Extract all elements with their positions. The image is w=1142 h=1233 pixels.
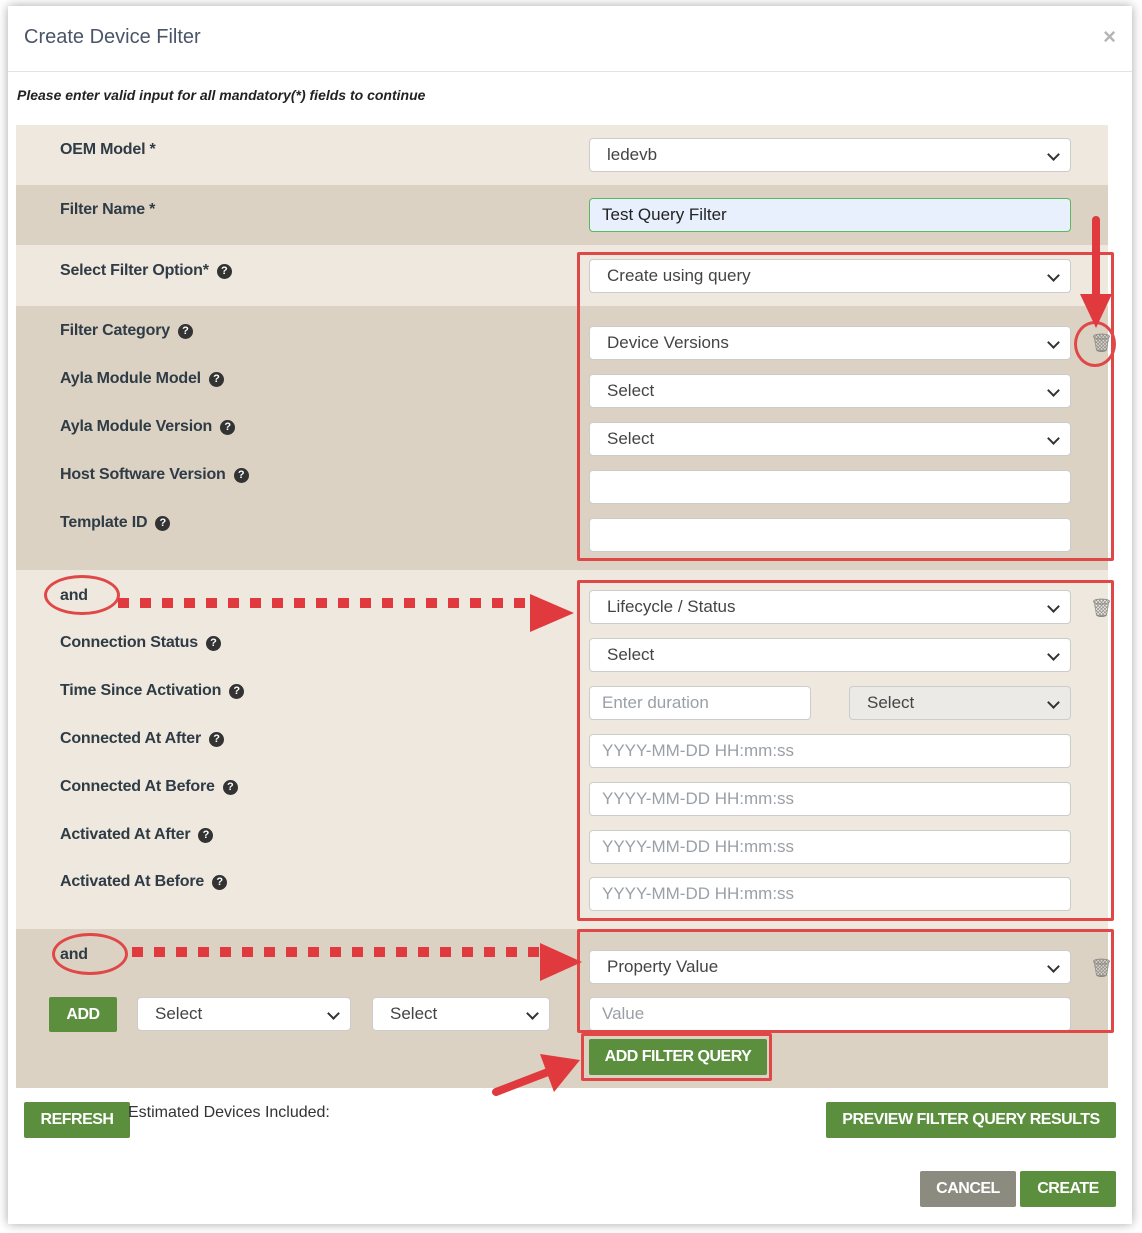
filter-name-label: Filter Name *: [60, 201, 156, 218]
activated-at-before-label: Activated At Before?: [60, 873, 228, 891]
create-button[interactable]: CREATE: [1020, 1171, 1116, 1207]
property-select-2[interactable]: Select: [372, 997, 550, 1031]
activated-at-after-label: Activated At After?: [60, 826, 214, 844]
host-software-version-label: Host Software Version?: [60, 466, 249, 484]
conjunction-and-label: and: [60, 946, 88, 963]
help-icon[interactable]: ?: [229, 684, 245, 699]
dialog-title: Create Device Filter: [24, 26, 201, 48]
oem-model-select[interactable]: ledevb: [589, 138, 1071, 172]
host-software-version-input[interactable]: [589, 470, 1071, 504]
trash-icon[interactable]: 🗑: [1090, 333, 1113, 353]
help-icon[interactable]: ?: [205, 636, 221, 651]
oem-model-label: OEM Model *: [60, 141, 156, 158]
cancel-button[interactable]: CANCEL: [920, 1171, 1016, 1207]
template-id-label: Template ID?: [60, 514, 171, 532]
property-select-1[interactable]: Select: [137, 997, 351, 1031]
duration-unit-select[interactable]: Select: [849, 686, 1071, 720]
filter-option-label: Select Filter Option*?: [60, 262, 232, 280]
filter-option-label-text: Select Filter Option*: [60, 262, 209, 279]
activated-at-before-label-text: Activated At Before: [60, 873, 205, 890]
help-icon[interactable]: ?: [155, 516, 171, 531]
template-id-label-text: Template ID: [60, 514, 148, 531]
help-icon[interactable]: ?: [209, 732, 224, 747]
connected-at-after-input[interactable]: YYYY-MM-DD HH:mm:ss: [589, 734, 1071, 768]
instructions-text: Please enter valid input for all mandato…: [17, 87, 426, 103]
connected-at-after-label: Connected At After?: [60, 730, 224, 748]
time-since-activation-label-text: Time Since Activation: [60, 682, 222, 699]
close-icon[interactable]: ×: [1103, 24, 1116, 50]
ayla-module-version-select[interactable]: Select: [589, 422, 1071, 456]
preview-filter-query-results-button[interactable]: PREVIEW FILTER QUERY RESULTS: [826, 1102, 1116, 1138]
duration-input[interactable]: Enter duration: [589, 686, 811, 720]
help-icon[interactable]: ?: [208, 372, 224, 387]
estimated-devices-text: Estimated Devices Included:: [128, 1104, 330, 1121]
trash-icon[interactable]: 🗑: [1090, 958, 1113, 978]
filter-option-select[interactable]: Create using query: [589, 259, 1071, 293]
ayla-module-model-label: Ayla Module Model?: [60, 370, 224, 388]
filter-name-input[interactable]: Test Query Filter: [589, 198, 1071, 232]
time-since-activation-label: Time Since Activation?: [60, 682, 245, 700]
help-icon[interactable]: ?: [177, 324, 193, 339]
conjunction-and-label: and: [60, 587, 88, 604]
connection-status-label-text: Connection Status: [60, 634, 198, 651]
property-value-category-select[interactable]: Property Value: [589, 950, 1071, 984]
connected-at-before-label: Connected At Before?: [60, 778, 238, 796]
ayla-module-version-label: Ayla Module Version?: [60, 418, 236, 436]
activated-at-before-input[interactable]: YYYY-MM-DD HH:mm:ss: [589, 877, 1071, 911]
host-software-version-label-text: Host Software Version: [60, 466, 226, 483]
dialog-header: Create Device Filter ×: [8, 6, 1132, 72]
trash-icon[interactable]: 🗑: [1090, 598, 1113, 618]
connection-status-label: Connection Status?: [60, 634, 221, 652]
refresh-button[interactable]: REFRESH: [24, 1102, 130, 1138]
add-filter-query-button[interactable]: ADD FILTER QUERY: [589, 1039, 767, 1075]
connected-at-before-input[interactable]: YYYY-MM-DD HH:mm:ss: [589, 782, 1071, 816]
filter-category-label-text: Filter Category: [60, 322, 170, 339]
template-id-input[interactable]: [589, 518, 1071, 552]
connected-at-before-label-text: Connected At Before: [60, 778, 215, 795]
activated-at-after-label-text: Activated At After: [60, 826, 191, 843]
help-icon[interactable]: ?: [212, 875, 228, 890]
help-icon[interactable]: ?: [198, 828, 214, 843]
connection-status-select[interactable]: Select: [589, 638, 1071, 672]
property-value-input[interactable]: Value: [589, 997, 1071, 1031]
help-icon[interactable]: ?: [216, 264, 232, 279]
ayla-module-model-select[interactable]: Select: [589, 374, 1071, 408]
add-button[interactable]: ADD: [49, 997, 117, 1032]
activated-at-after-input[interactable]: YYYY-MM-DD HH:mm:ss: [589, 830, 1071, 864]
filter-category-select[interactable]: Device Versions: [589, 326, 1071, 360]
help-icon[interactable]: ?: [222, 780, 238, 795]
ayla-module-version-label-text: Ayla Module Version: [60, 418, 213, 435]
help-icon[interactable]: ?: [233, 468, 249, 483]
help-icon[interactable]: ?: [220, 420, 236, 435]
filter-category-label: Filter Category?: [60, 322, 193, 340]
connected-at-after-label-text: Connected At After: [60, 730, 201, 747]
ayla-module-model-label-text: Ayla Module Model: [60, 370, 201, 387]
lifecycle-category-select[interactable]: Lifecycle / Status: [589, 590, 1071, 624]
